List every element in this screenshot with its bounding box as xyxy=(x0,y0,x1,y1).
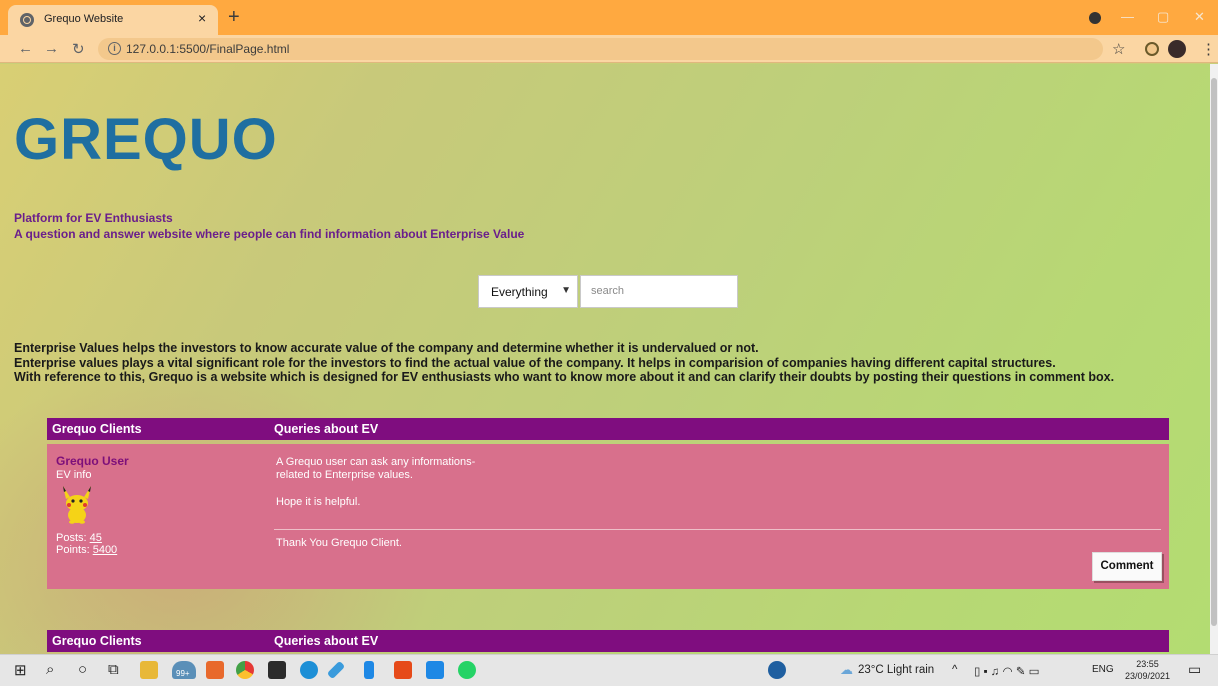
description-line: Enterprise Values helps the investors to… xyxy=(14,341,759,355)
url-field[interactable]: i 127.0.0.1:5500/FinalPage.html xyxy=(98,38,1103,60)
search-icon[interactable]: ⌕ xyxy=(46,661,54,678)
store-icon[interactable] xyxy=(268,661,286,679)
tab-grequo[interactable]: Grequo Website × xyxy=(8,5,218,35)
scrollbar-thumb[interactable] xyxy=(1211,78,1217,626)
notification-icon[interactable]: ▭ xyxy=(1188,661,1201,678)
forum-post: Grequo User EV info Posts: 45 Points: 54… xyxy=(47,444,1169,589)
clients-column-header: Grequo Clients xyxy=(52,422,142,436)
notes-app-icon[interactable] xyxy=(364,661,374,679)
points-stat: Points: 5400 xyxy=(56,544,117,556)
chevron-down-icon: ▼ xyxy=(561,285,571,296)
weather-icon: ☁ xyxy=(840,662,853,677)
points-link[interactable]: 5400 xyxy=(93,544,117,556)
clock-time: 23:55 xyxy=(1136,659,1159,669)
clock-date: 23/09/2021 xyxy=(1125,671,1171,681)
post-divider xyxy=(274,529,1161,530)
maximize-icon[interactable]: ▢ xyxy=(1157,9,1169,25)
edge-icon[interactable] xyxy=(300,661,318,679)
posts-stat: Posts: 45 xyxy=(56,532,102,544)
pen-app-icon[interactable] xyxy=(326,660,346,680)
description-line: With reference to this, Grequo is a webs… xyxy=(14,370,1115,384)
weather-text[interactable]: 23°C Light rain xyxy=(858,664,934,676)
browser-menu-dot-icon[interactable] xyxy=(1089,12,1101,24)
language-indicator[interactable]: ENG xyxy=(1092,664,1114,675)
queries-column-header: Queries about EV xyxy=(274,422,379,436)
queries-column-header: Queries about EV xyxy=(274,634,379,648)
search-placeholder: search xyxy=(591,285,625,297)
pikachu-avatar-icon xyxy=(63,486,91,524)
vscode-icon[interactable] xyxy=(426,661,444,679)
message-signature: Thank You Grequo Client. xyxy=(276,537,402,549)
forum-header: Grequo Clients Queries about EV xyxy=(47,418,1169,440)
tray-chevron-icon[interactable]: ^ xyxy=(952,664,957,676)
clock[interactable]: 23:55 23/09/2021 xyxy=(1125,658,1170,682)
user-name[interactable]: Grequo User xyxy=(56,454,129,468)
minimize-icon[interactable]: — xyxy=(1121,9,1134,24)
message-line: A Grequo user can ask any informations- xyxy=(276,456,476,468)
url-text: 127.0.0.1:5500/FinalPage.html xyxy=(126,42,290,56)
bookmark-star-icon[interactable]: ☆ xyxy=(1112,40,1125,58)
more-menu-icon[interactable]: ⋮ xyxy=(1201,40,1216,58)
windows-start-icon[interactable]: ⊞ xyxy=(14,661,27,679)
file-explorer-icon[interactable] xyxy=(140,661,158,679)
forward-icon[interactable]: → xyxy=(44,40,59,57)
comment-button[interactable]: Comment xyxy=(1092,552,1162,581)
forum-header: Grequo Clients Queries about EV xyxy=(47,630,1169,652)
tagline-title: Platform for EV Enthusiasts xyxy=(14,211,173,225)
search-input[interactable]: search xyxy=(580,275,738,308)
profile-avatar[interactable] xyxy=(1168,40,1186,58)
tray-icons[interactable]: ▯ ▪ ♫ ◠ ✎ ▭ xyxy=(974,664,1040,678)
whatsapp-icon[interactable] xyxy=(458,661,476,679)
office-icon[interactable] xyxy=(394,661,412,679)
clients-column-header: Grequo Clients xyxy=(52,634,142,648)
task-view-icon[interactable]: ⧉ xyxy=(108,661,119,678)
address-bar: ← → ↻ i 127.0.0.1:5500/FinalPage.html ☆ … xyxy=(0,35,1218,63)
cortana-icon[interactable]: ○ xyxy=(78,661,87,678)
tab-bar: Grequo Website × + — ▢ ✕ xyxy=(0,0,1218,35)
message-line: Hope it is helpful. xyxy=(276,496,361,508)
points-label: Points: xyxy=(56,544,90,556)
extension-icon[interactable] xyxy=(1145,42,1159,56)
message-line: related to Enterprise values. xyxy=(276,469,413,481)
posts-link[interactable]: 45 xyxy=(90,532,102,544)
globe-icon xyxy=(20,13,34,27)
page-content: GREQUO Platform for EV Enthusiasts A que… xyxy=(0,64,1210,654)
tab-close-icon[interactable]: × xyxy=(198,10,206,26)
reload-icon[interactable]: ↻ xyxy=(72,40,85,58)
help-icon[interactable] xyxy=(768,661,786,679)
chrome-icon[interactable] xyxy=(236,661,254,679)
search-category-value: Everything xyxy=(491,285,548,299)
description-line: Enterprise values plays a vital signific… xyxy=(14,355,1056,370)
sublime-text-icon[interactable] xyxy=(206,661,224,679)
close-window-icon[interactable]: ✕ xyxy=(1194,9,1205,25)
store-badge-count: 99+ xyxy=(176,669,190,678)
tab-title: Grequo Website xyxy=(44,13,124,25)
tagline-subtitle: A question and answer website where peop… xyxy=(14,227,525,241)
new-tab-button[interactable]: + xyxy=(228,6,240,29)
search-category-select[interactable]: Everything ▼ xyxy=(478,275,578,308)
user-subtitle: EV info xyxy=(56,469,92,481)
site-description: Enterprise Values helps the investors to… xyxy=(14,341,1114,385)
taskbar: ⊞ ⌕ ○ ⧉ 99+ ☁ 23°C Light rain ^ ▯ ▪ ♫ ◠ … xyxy=(0,654,1218,686)
posts-label: Posts: xyxy=(56,532,87,544)
site-logo: GREQUO xyxy=(14,107,278,172)
back-icon[interactable]: ← xyxy=(18,40,33,57)
info-icon[interactable]: i xyxy=(108,42,121,55)
